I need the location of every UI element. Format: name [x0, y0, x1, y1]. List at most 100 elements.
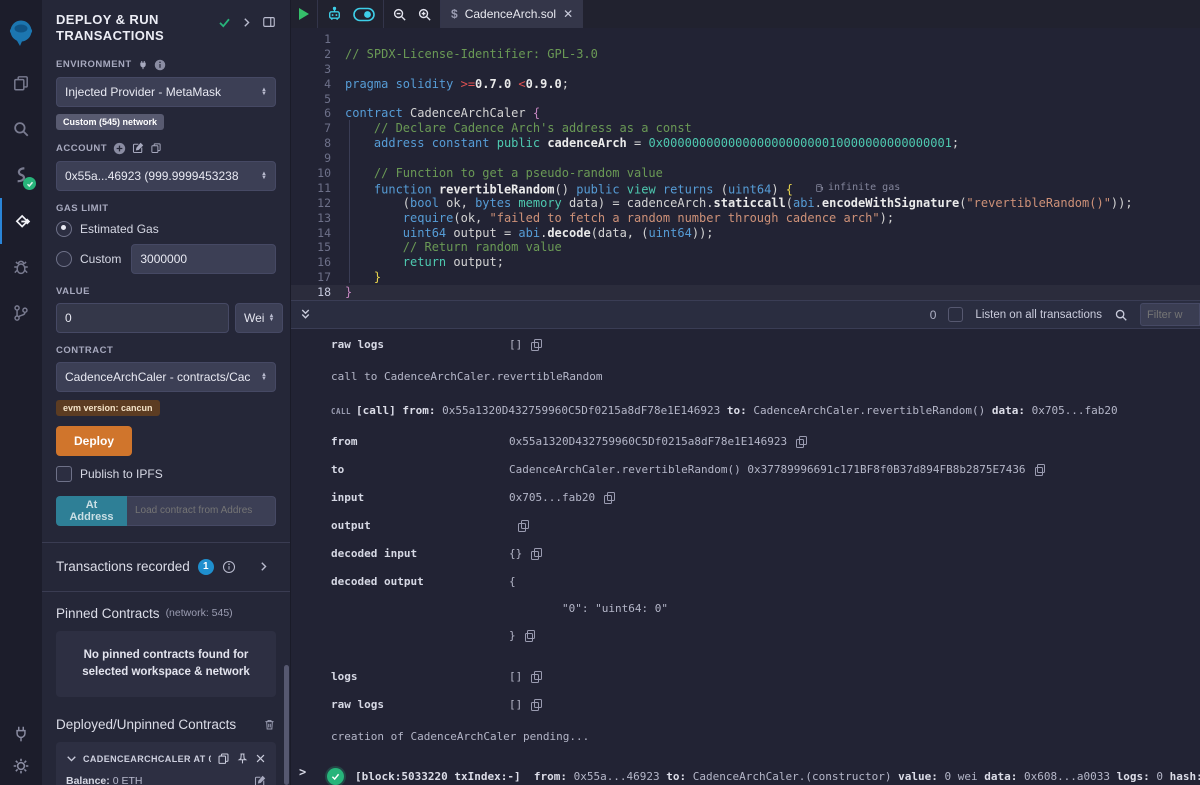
panel-expand-icon[interactable]: [241, 17, 252, 28]
code-line[interactable]: 2// SPDX-License-Identifier: GPL-3.0: [291, 47, 1200, 62]
code-line[interactable]: 17 }: [291, 270, 1200, 285]
search-icon[interactable]: [0, 106, 42, 152]
code-line[interactable]: 4pragma solidity >=0.7.0 <0.9.0;: [291, 77, 1200, 92]
at-address-input[interactable]: [127, 496, 276, 526]
settings-gear-icon[interactable]: [12, 757, 30, 775]
listen-count: 0: [930, 308, 937, 322]
radio-selected-icon[interactable]: [56, 221, 72, 237]
code-line[interactable]: 10 // Function to get a pseudo-random va…: [291, 166, 1200, 181]
copy-icon[interactable]: [531, 339, 541, 350]
code-line[interactable]: 3: [291, 62, 1200, 77]
copy-icon[interactable]: [604, 492, 614, 503]
contract-select[interactable]: CadenceArchCaler - contracts/Cac ▲▼: [56, 362, 276, 392]
pin-contract-icon[interactable]: [236, 752, 249, 765]
sidepanel-scrollbar[interactable]: [284, 665, 289, 785]
debugger-icon[interactable]: [0, 244, 42, 290]
terminal-kv-row[interactable]: logs[]: [291, 670, 1200, 684]
copy-icon[interactable]: [796, 436, 806, 447]
code-line[interactable]: 13 require(ok, "failed to fetch a random…: [291, 211, 1200, 226]
custom-gas-option[interactable]: Custom: [56, 244, 276, 274]
terminal-text-row[interactable]: creation of CadenceArchCaler pending...: [291, 730, 1200, 744]
chevron-updown-icon: ▲▼: [261, 373, 267, 381]
solidity-compiler-icon[interactable]: [0, 152, 42, 198]
publish-ipfs-option[interactable]: Publish to IPFS: [56, 466, 276, 482]
value-unit-select[interactable]: Wei ▲▼: [235, 303, 283, 333]
git-icon[interactable]: [0, 290, 42, 336]
code-line[interactable]: 8 address constant public cadenceArch = …: [291, 136, 1200, 151]
file-explorer-icon[interactable]: [0, 60, 42, 106]
remix-logo-icon[interactable]: [0, 6, 42, 60]
environment-select[interactable]: Injected Provider - MetaMask ▲▼: [56, 77, 276, 107]
run-script-button[interactable]: [291, 0, 318, 28]
checkbox-icon[interactable]: [56, 466, 72, 482]
terminal-kv-row[interactable]: decoded input{}: [291, 547, 1200, 561]
value-input[interactable]: [56, 303, 229, 333]
code-line[interactable]: 5: [291, 92, 1200, 107]
terminal-search-icon[interactable]: [1114, 308, 1128, 322]
copilot-toggle-icon[interactable]: [353, 7, 375, 22]
expand-terminal-icon[interactable]: [299, 308, 312, 321]
estimated-gas-option[interactable]: Estimated Gas: [56, 221, 276, 237]
terminal-call-row[interactable]: CALL[call] from: 0x55a1320D432759960C5Df…: [291, 404, 1200, 419]
code-line[interactable]: 11 function revertibleRandom() public vi…: [291, 181, 1200, 196]
account-select[interactable]: 0x55a...46923 (999.9999453238 ▲▼: [56, 161, 276, 191]
terminal-block-row[interactable]: [block:5033220 txIndex:-] from: 0x55a...…: [291, 768, 1200, 785]
edit-account-icon[interactable]: [132, 142, 144, 154]
code-line[interactable]: 6contract CadenceArchCaler {: [291, 106, 1200, 121]
at-address-button[interactable]: At Address: [56, 496, 127, 526]
terminal-kv-row[interactable]: output: [291, 519, 1200, 533]
terminal-filter-input[interactable]: [1140, 303, 1200, 326]
deploy-run-icon[interactable]: [0, 198, 44, 244]
transactions-recorded-row[interactable]: Transactions recorded 1: [56, 543, 276, 591]
code-editor[interactable]: 12// SPDX-License-Identifier: GPL-3.034p…: [291, 28, 1200, 300]
terminal-kv-row[interactable]: toCadenceArchCaler.revertibleRandom() 0x…: [291, 463, 1200, 477]
copy-icon[interactable]: [531, 699, 541, 710]
copy-account-icon[interactable]: [150, 142, 162, 154]
copy-icon[interactable]: [531, 671, 541, 682]
code-line[interactable]: 1: [291, 32, 1200, 47]
terminal-text-row[interactable]: call to CadenceArchCaler.revertibleRando…: [291, 370, 1200, 384]
code-line[interactable]: 15 // Return random value: [291, 240, 1200, 255]
terminal-kv-row[interactable]: raw logs[]: [291, 338, 1200, 352]
copy-icon[interactable]: [1035, 464, 1045, 475]
code-line[interactable]: 12 (bool ok, bytes memory data) = cadenc…: [291, 196, 1200, 211]
pinned-contracts-title: Pinned Contracts (network: 545): [56, 592, 276, 631]
custom-gas-input[interactable]: [131, 244, 276, 274]
deploy-button[interactable]: Deploy: [56, 426, 132, 456]
info-icon[interactable]: [154, 59, 166, 71]
terminal-output[interactable]: raw logs[] call to CadenceArchCaler.rever…: [291, 329, 1200, 785]
chevron-down-icon[interactable]: [66, 753, 77, 764]
code-line[interactable]: 16 return output;: [291, 255, 1200, 270]
radio-unselected-icon[interactable]: [56, 251, 72, 267]
copy-icon[interactable]: [518, 520, 528, 531]
listen-checkbox[interactable]: [948, 307, 963, 322]
chevron-updown-icon: ▲▼: [268, 314, 274, 322]
terminal-multiline-row[interactable]: decoded output{ "0": "uint64: 0"}: [291, 575, 1200, 656]
add-account-icon[interactable]: [113, 142, 126, 155]
code-line[interactable]: 9: [291, 151, 1200, 166]
zoom-in-icon[interactable]: [417, 7, 432, 22]
info-outline-icon[interactable]: [222, 560, 236, 574]
terminal-kv-row[interactable]: raw logs[]: [291, 698, 1200, 712]
copy-icon[interactable]: [525, 630, 535, 641]
terminal-kv-row[interactable]: from0x55a1320D432759960C5Df0215a8dF78e1E…: [291, 435, 1200, 449]
terminal-kv-row[interactable]: input0x705...fab20: [291, 491, 1200, 505]
copy-contract-icon[interactable]: [217, 752, 230, 765]
copy-icon[interactable]: [531, 548, 541, 559]
close-contract-icon[interactable]: [255, 753, 266, 764]
close-tab-icon[interactable]: ✕: [563, 7, 573, 21]
code-line[interactable]: 14 uint64 output = abi.decode(data, (uin…: [291, 226, 1200, 241]
zoom-out-icon[interactable]: [392, 7, 407, 22]
chevron-right-icon[interactable]: [258, 561, 269, 572]
code-line[interactable]: 7 // Declare Cadence Arch's address as a…: [291, 121, 1200, 136]
play-icon[interactable]: [299, 8, 309, 20]
terminal-prompt[interactable]: >: [299, 765, 306, 779]
chevron-updown-icon: ▲▼: [261, 88, 267, 96]
pin-panel-icon[interactable]: [262, 15, 276, 29]
plugin-manager-icon[interactable]: [12, 725, 30, 743]
ai-assistant-icon[interactable]: [326, 6, 343, 23]
trash-icon[interactable]: [263, 718, 276, 731]
tab-cadencearch-sol[interactable]: $ CadenceArch.sol ✕: [441, 0, 583, 28]
code-line[interactable]: 18}: [291, 285, 1200, 300]
edit-balance-icon[interactable]: [254, 775, 266, 785]
